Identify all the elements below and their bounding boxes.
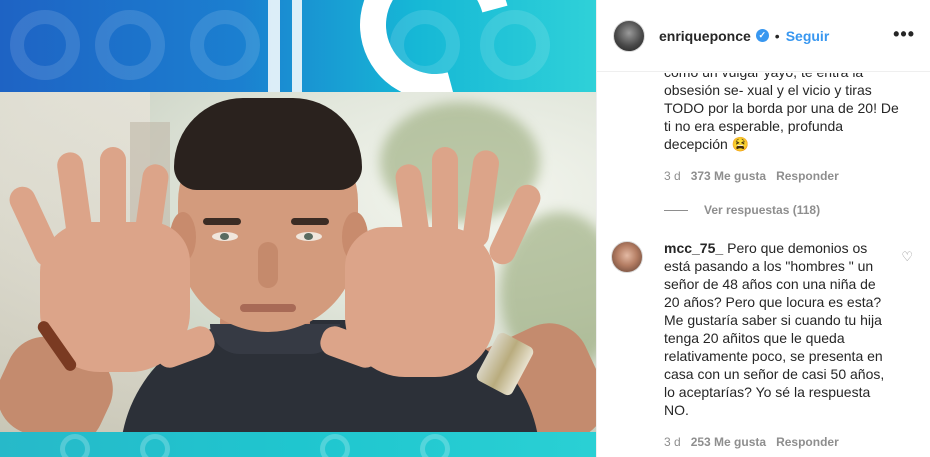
logo-watermark [10,10,80,80]
post-side-panel: enriqueponce ✓ • Seguir ••• como un vulg… [596,0,930,457]
logo-watermark [140,434,170,457]
comment-likes[interactable]: 373 Me gusta [691,169,766,183]
comment-meta: 3 d 253 Me gusta Responder [664,435,839,449]
left-eye [212,232,238,241]
logo-watermark [95,10,165,80]
author-avatar[interactable] [613,19,645,52]
comments-list[interactable]: como un vulgar yayo, te entra la obsesió… [597,73,930,457]
right-eyebrow [291,218,329,225]
portrait-photo [0,92,596,432]
follow-button[interactable]: Seguir [786,28,830,44]
like-heart-icon[interactable]: ♡ [901,249,913,265]
commenter-avatar[interactable] [611,241,643,273]
finger [100,147,126,247]
logo-watermark [420,434,450,457]
comment-likes[interactable]: 253 Me gusta [691,435,766,449]
left-eyebrow [203,218,241,225]
comment-text: Pero que demonios os está pasando a los … [664,240,885,418]
separator-dot: • [774,27,780,44]
banner-stripe [292,0,302,92]
commenter-username[interactable]: mcc_75_ [664,240,723,256]
logo-watermark [190,10,260,80]
banner-stripe [268,0,280,92]
view-replies-label: Ver respuestas (118) [704,203,821,217]
reply-button[interactable]: Responder [776,169,839,183]
brand-banner-bottom [0,432,596,457]
brand-banner-top [0,0,596,92]
verified-badge-icon: ✓ [755,29,769,42]
finger [432,147,458,247]
replies-divider [664,209,688,211]
view-replies-button[interactable]: Ver respuestas (118) [664,203,820,217]
logo-watermark [320,434,350,457]
right-eye [296,232,322,241]
logo-watermark [60,434,90,457]
mouth [240,304,296,312]
post-header: enriqueponce ✓ • Seguir ••• [597,0,930,72]
comment-body: mcc_75_ Pero que demonios os está pasando… [664,239,889,419]
comment-item: como un vulgar yayo, te entra la obsesió… [664,73,904,153]
comment-time[interactable]: 3 d [664,435,681,449]
author-username[interactable]: enriqueponce [659,28,751,44]
comment-meta: 3 d 373 Me gusta Responder [664,169,839,183]
comment-text: como un vulgar yayo, te entra la obsesió… [664,73,899,152]
more-options-icon[interactable]: ••• [893,24,915,45]
reply-button[interactable]: Responder [776,435,839,449]
comment-time[interactable]: 3 d [664,169,681,183]
nose [258,242,278,288]
post-image[interactable] [0,0,596,457]
hair [174,98,362,190]
